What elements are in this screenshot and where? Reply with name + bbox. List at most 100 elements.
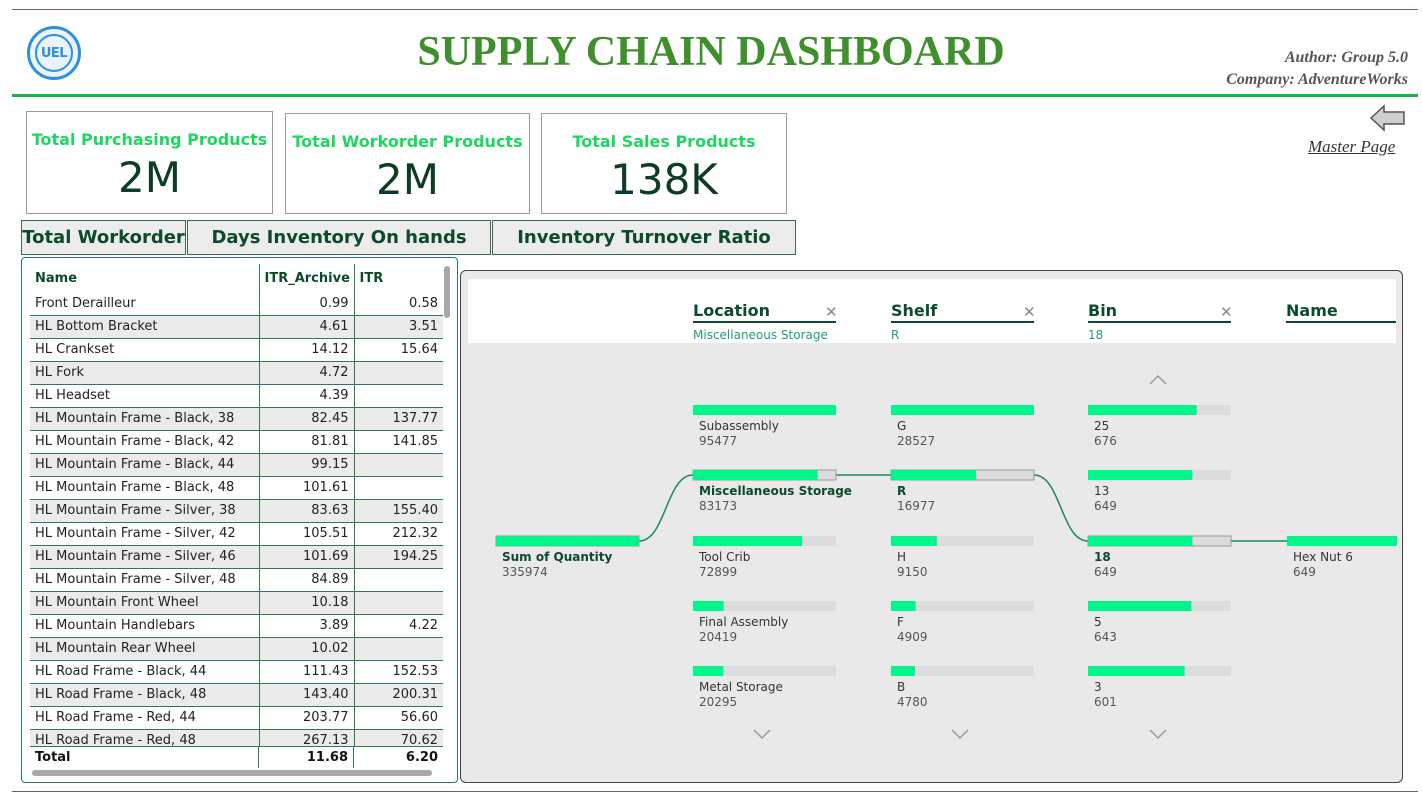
location-node-value: 20419 bbox=[699, 630, 737, 644]
cell-itr-archive: 101.61 bbox=[259, 476, 355, 500]
name-node-bar[interactable] bbox=[1287, 536, 1397, 546]
cell-name: HL Crankset bbox=[30, 338, 260, 362]
decomposition-tree: Location ✕ Miscellaneous Storage Shelf ✕… bbox=[460, 270, 1403, 783]
itr-table: Name ITR_Archive ITR Front Derailleur 0.9… bbox=[21, 257, 458, 783]
tree-root-node-bar[interactable] bbox=[496, 536, 639, 546]
cell-name: HL Mountain Frame - Silver, 46 bbox=[30, 545, 260, 569]
tab-total-workorder[interactable]: Total Workorder bbox=[21, 220, 186, 255]
tree-root-node-value: 335974 bbox=[502, 565, 548, 579]
cell-itr-archive: 82.45 bbox=[259, 407, 355, 431]
cell-itr-archive: 4.61 bbox=[259, 315, 355, 339]
left-arrow-icon[interactable] bbox=[1370, 104, 1406, 132]
bin-node-bar[interactable] bbox=[1088, 536, 1193, 546]
location-node-label: Subassembly bbox=[699, 419, 779, 433]
vertical-scrollbar[interactable] bbox=[444, 266, 450, 318]
cell-itr bbox=[354, 384, 443, 408]
shelf-node-bar[interactable] bbox=[891, 470, 977, 480]
bin-node-value: 649 bbox=[1094, 565, 1117, 579]
bin-node-value: 649 bbox=[1094, 499, 1117, 513]
cell-name: HL Mountain Frame - Silver, 38 bbox=[30, 499, 260, 523]
shelf-node-label: R bbox=[897, 484, 906, 498]
dashboard-page: UEL SUPPLY CHAIN DASHBOARD Author: Group… bbox=[0, 0, 1422, 796]
table-row[interactable]: Front Derailleur 0.99 0.58 bbox=[30, 292, 443, 316]
cell-itr: 152.53 bbox=[354, 660, 443, 684]
cell-itr: 155.40 bbox=[354, 499, 443, 523]
table-row[interactable]: HL Headset 4.39 bbox=[30, 384, 443, 408]
bin-node-bar[interactable] bbox=[1088, 666, 1185, 676]
table-row[interactable]: HL Road Frame - Black, 44 111.43 152.53 bbox=[30, 660, 443, 684]
location-node-bar[interactable] bbox=[693, 405, 836, 415]
table-row[interactable]: HL Mountain Frame - Black, 42 81.81 141.85 bbox=[30, 430, 443, 454]
cell-name: HL Mountain Handlebars bbox=[30, 614, 260, 638]
cell-itr: 3.51 bbox=[354, 315, 443, 339]
cell-itr-archive: 83.63 bbox=[259, 499, 355, 523]
location-node-bar[interactable] bbox=[693, 666, 724, 676]
cell-itr bbox=[354, 637, 443, 661]
location-node-bar[interactable] bbox=[693, 470, 818, 480]
shelf-node-value: 16977 bbox=[897, 499, 935, 513]
column-header-name[interactable]: Name bbox=[30, 264, 260, 292]
master-page-link[interactable]: Master Page bbox=[1308, 137, 1395, 157]
cell-itr: 194.25 bbox=[354, 545, 443, 569]
cell-itr-archive: 14.12 bbox=[259, 338, 355, 362]
table-row[interactable]: HL Mountain Frame - Black, 48 101.61 bbox=[30, 476, 443, 500]
table-row[interactable]: HL Mountain Handlebars 3.89 4.22 bbox=[30, 614, 443, 638]
column-header-itr[interactable]: ITR bbox=[354, 264, 443, 292]
cell-itr: 212.32 bbox=[354, 522, 443, 546]
location-node-bar[interactable] bbox=[693, 601, 724, 611]
bin-node-label: 3 bbox=[1094, 680, 1102, 694]
bin-node-bar[interactable] bbox=[1088, 405, 1197, 415]
horizontal-scrollbar[interactable] bbox=[32, 770, 432, 776]
table-row[interactable]: HL Mountain Frame - Silver, 46 101.69 194.… bbox=[30, 545, 443, 569]
bin-node-label: 18 bbox=[1094, 550, 1111, 564]
table-header-row: Name ITR_Archive ITR bbox=[30, 264, 443, 292]
cell-name: HL Mountain Rear Wheel bbox=[30, 637, 260, 661]
bin-node-bar[interactable] bbox=[1088, 601, 1192, 611]
cell-itr: 15.64 bbox=[354, 338, 443, 362]
shelf-node-value: 28527 bbox=[897, 434, 935, 448]
table-row[interactable]: HL Road Frame - Black, 48 143.40 200.31 bbox=[30, 683, 443, 707]
table-row[interactable]: HL Bottom Bracket 4.61 3.51 bbox=[30, 315, 443, 339]
table-row[interactable]: HL Mountain Frame - Black, 38 82.45 137.77 bbox=[30, 407, 443, 431]
bin-node-bar[interactable] bbox=[1088, 470, 1193, 480]
cell-itr bbox=[354, 591, 443, 615]
shelf-node-value: 4909 bbox=[897, 630, 928, 644]
cell-itr-archive: 81.81 bbox=[259, 430, 355, 454]
tab-days-inventory[interactable]: Days Inventory On hands bbox=[187, 220, 491, 255]
shelf-node-bar[interactable] bbox=[891, 601, 916, 611]
location-node-label: Metal Storage bbox=[699, 680, 783, 694]
shelf-node-bar[interactable] bbox=[891, 536, 937, 546]
cell-name: HL Road Frame - Black, 44 bbox=[30, 660, 260, 684]
cell-name: HL Road Frame - Red, 44 bbox=[30, 706, 260, 730]
shelf-node-bar[interactable] bbox=[891, 405, 1034, 415]
cell-itr-archive: 4.39 bbox=[259, 384, 355, 408]
cell-itr: 4.22 bbox=[354, 614, 443, 638]
table-row[interactable]: HL Mountain Frame - Silver, 38 83.63 155.4… bbox=[30, 499, 443, 523]
shelf-node-label: F bbox=[897, 615, 904, 629]
table-row[interactable]: HL Mountain Frame - Silver, 42 105.51 212.… bbox=[30, 522, 443, 546]
cell-itr: 137.77 bbox=[354, 407, 443, 431]
cell-itr bbox=[354, 453, 443, 477]
table-row[interactable]: HL Fork 4.72 bbox=[30, 361, 443, 385]
table-row[interactable]: HL Mountain Frame - Black, 44 99.15 bbox=[30, 453, 443, 477]
total-itr: 6.20 bbox=[405, 750, 438, 765]
tab-inventory-turnover[interactable]: Inventory Turnover Ratio bbox=[492, 220, 796, 255]
table-row[interactable]: HL Crankset 14.12 15.64 bbox=[30, 338, 443, 362]
shelf-node-label: H bbox=[897, 550, 906, 564]
kpi-title: Total Purchasing Products bbox=[31, 130, 268, 149]
column-header-itr-archive[interactable]: ITR_Archive bbox=[259, 264, 355, 292]
shelf-node-bar[interactable] bbox=[891, 666, 915, 676]
table-row[interactable]: HL Mountain Frame - Silver, 48 84.89 bbox=[30, 568, 443, 592]
cell-itr bbox=[354, 361, 443, 385]
table-row[interactable]: HL Mountain Rear Wheel 10.02 bbox=[30, 637, 443, 661]
kpi-title: Total Sales Products bbox=[572, 132, 756, 151]
table-row[interactable]: HL Road Frame - Red, 44 203.77 56.60 bbox=[30, 706, 443, 730]
cell-name: HL Mountain Frame - Black, 44 bbox=[30, 453, 260, 477]
cell-itr-archive: 203.77 bbox=[259, 706, 355, 730]
itr-table-grid: Name ITR_Archive ITR Front Derailleur 0.9… bbox=[30, 264, 443, 753]
table-total-row: Total 11.68 6.20 bbox=[30, 746, 443, 768]
cell-name: HL Mountain Frame - Black, 48 bbox=[30, 476, 260, 500]
cell-name: HL Mountain Frame - Silver, 42 bbox=[30, 522, 260, 546]
table-row[interactable]: HL Mountain Front Wheel 10.18 bbox=[30, 591, 443, 615]
location-node-bar[interactable] bbox=[693, 536, 803, 546]
